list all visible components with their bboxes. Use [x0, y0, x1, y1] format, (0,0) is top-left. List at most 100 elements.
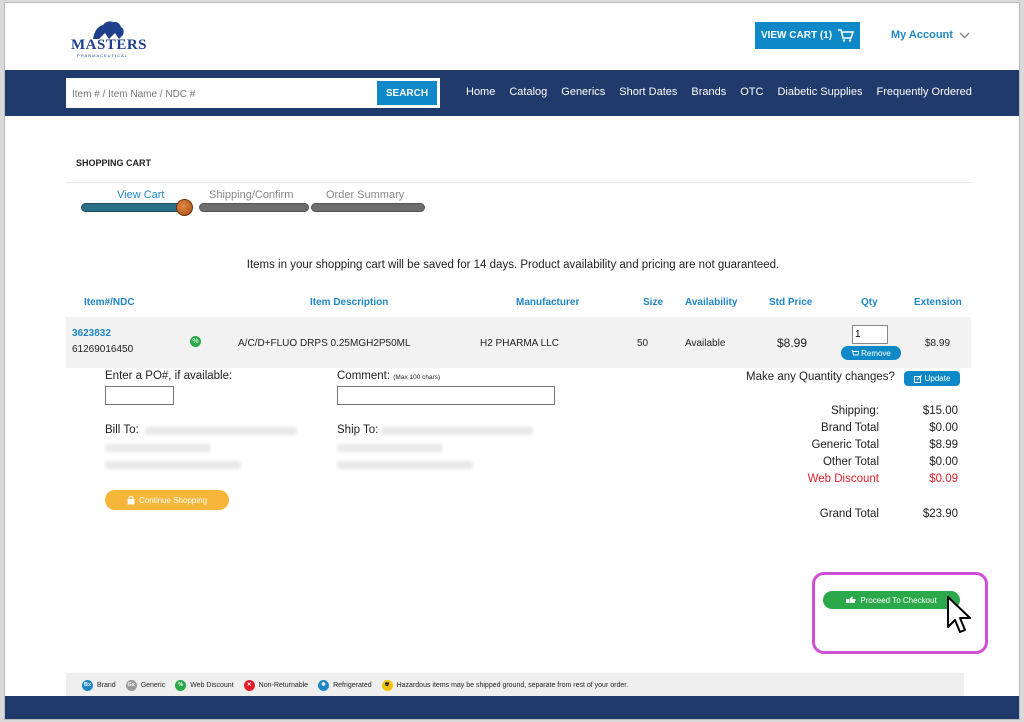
- search-input[interactable]: [72, 85, 372, 103]
- col-qty: Qty: [861, 297, 878, 308]
- comment-input[interactable]: [337, 386, 555, 405]
- progress-bar-step3: [311, 203, 425, 212]
- divider: [66, 182, 971, 183]
- nav-short-dates[interactable]: Short Dates: [619, 86, 677, 98]
- nav-home[interactable]: Home: [466, 86, 495, 98]
- qty-input[interactable]: [852, 325, 888, 344]
- generic-total-value: $8.99: [929, 439, 958, 451]
- progress-bar-step2: [199, 203, 309, 212]
- bill-to-label: Bill To:: [105, 424, 139, 436]
- item-ndc: 61269016450: [72, 344, 134, 355]
- ship-to-redacted-line: [381, 427, 533, 435]
- grand-total-label: Grand Total: [819, 508, 879, 520]
- legend-brand: Bx Brand: [82, 679, 116, 691]
- icon-legend: Bx Brand Gx Generic % Web Discount ✕ Non…: [66, 673, 964, 697]
- ship-to-label: Ship To:: [337, 424, 379, 436]
- shipping-label: Shipping:: [831, 405, 879, 417]
- mouse-cursor-icon: [947, 596, 971, 633]
- legend-generic-label: Generic: [140, 681, 166, 689]
- item-description: A/C/D+FLUO DRPS 0.25MGH2P50ML: [238, 338, 411, 349]
- nav-generics[interactable]: Generics: [561, 86, 605, 98]
- chevron-down-icon: [959, 31, 970, 39]
- col-std-price: Std Price: [769, 297, 813, 308]
- page-title: SHOPPING CART: [76, 158, 152, 168]
- update-button[interactable]: Update: [904, 371, 960, 386]
- view-cart-button[interactable]: VIEW CART (1): [755, 22, 860, 49]
- browser-frame: MASTERS PHARMACEUTICAL VIEW CART (1) My …: [4, 2, 1020, 720]
- continue-shopping-button[interactable]: Continue Shopping: [105, 490, 229, 510]
- my-account-menu[interactable]: My Account: [891, 29, 970, 41]
- cart-notice: Items in your shopping cart will be save…: [246, 259, 780, 271]
- logo-text: MASTERS: [71, 37, 148, 53]
- comment-label-text: Comment:: [337, 370, 391, 382]
- legend-hazardous: ☢ Hazardous items may be shipped ground,…: [381, 679, 629, 691]
- checkout-label: Proceed To Checkout: [860, 595, 937, 605]
- nav-otc[interactable]: OTC: [740, 86, 763, 98]
- legend-generic: Gx Generic: [125, 679, 166, 691]
- brand-icon: Bx: [82, 679, 93, 691]
- bill-to-redacted-line: [105, 461, 241, 469]
- shopping-bag-icon: [127, 495, 135, 504]
- legend-hazardous-label: Hazardous items may be shipped ground, s…: [396, 681, 629, 689]
- nav-diabetic-supplies[interactable]: Diabetic Supplies: [777, 86, 862, 98]
- other-total-value: $0.00: [929, 456, 958, 468]
- ship-to-redacted-line: [337, 444, 443, 452]
- item-manufacturer: H2 PHARMA LLC: [480, 338, 559, 349]
- hazard-icon: ☢: [381, 679, 393, 691]
- step-shipping-confirm: Shipping/Confirm: [209, 189, 294, 201]
- view-cart-label: VIEW CART (1): [760, 30, 833, 41]
- legend-refrigerated: ❄ Refrigerated: [318, 679, 372, 691]
- po-input[interactable]: [105, 386, 174, 405]
- legend-non-returnable: ✕ Non-Returnable: [243, 679, 309, 691]
- remove-button[interactable]: Remove: [841, 346, 901, 360]
- nav-links: Home Catalog Generics Short Dates Brands…: [466, 86, 972, 98]
- legend-non-returnable-label: Non-Returnable: [258, 681, 309, 689]
- proceed-to-checkout-button[interactable]: Proceed To Checkout: [823, 591, 960, 609]
- nav-catalog[interactable]: Catalog: [509, 86, 547, 98]
- legend-brand-label: Brand: [97, 681, 116, 689]
- col-item-ndc: Item#/NDC: [84, 297, 135, 308]
- hand-pointer-icon: [846, 596, 856, 603]
- main-navbar: SEARCH Home Catalog Generics Short Dates…: [5, 70, 1019, 116]
- web-discount-value: $0.09: [929, 473, 958, 485]
- search-box: SEARCH: [65, 77, 441, 109]
- legend-web-discount: % Web Discount: [175, 679, 234, 691]
- legend-web-discount-label: Web Discount: [190, 681, 234, 689]
- bill-to-redacted-line: [105, 444, 211, 452]
- col-size: Size: [643, 297, 664, 308]
- web-discount-icon: %: [190, 336, 201, 347]
- nav-frequently-ordered[interactable]: Frequently Ordered: [876, 86, 971, 98]
- item-std-price: $8.99: [777, 336, 808, 350]
- web-discount-label: Web Discount: [807, 473, 879, 485]
- legend-refrigerated-label: Refrigerated: [333, 681, 372, 689]
- shipping-value: $15.00: [922, 405, 958, 417]
- logo-subtext: PHARMACEUTICAL: [77, 53, 128, 58]
- page-footer: [5, 696, 1019, 719]
- nav-brands[interactable]: Brands: [691, 86, 726, 98]
- bill-to-redacted-line: [145, 427, 297, 435]
- generic-total-label: Generic Total: [811, 439, 879, 451]
- item-size: 50: [637, 338, 649, 349]
- comment-hint: (Max 100 chars): [393, 374, 441, 381]
- shopping-cart-icon: [838, 29, 855, 42]
- col-availability: Availability: [685, 297, 738, 308]
- item-number-link[interactable]: 3623832: [72, 328, 111, 339]
- item-extension: $8.99: [925, 338, 951, 349]
- my-account-label: My Account: [891, 29, 953, 41]
- search-button[interactable]: SEARCH: [377, 81, 437, 105]
- continue-shopping-label: Continue Shopping: [138, 495, 208, 505]
- progress-knob: [176, 199, 193, 216]
- brand-total-label: Brand Total: [821, 422, 879, 434]
- col-extension: Extension: [914, 297, 962, 308]
- col-manufacturer: Manufacturer: [516, 297, 580, 308]
- grand-total-value: $23.90: [922, 508, 958, 520]
- non-returnable-icon: ✕: [243, 679, 255, 691]
- qty-changes-label: Make any Quantity changes?: [746, 371, 895, 383]
- cart-remove-icon: [851, 349, 860, 355]
- step-view-cart: View Cart: [117, 189, 165, 201]
- po-label: Enter a PO#, if available:: [105, 370, 233, 382]
- edit-icon: [913, 374, 922, 383]
- col-description: Item Description: [310, 297, 389, 308]
- step-order-summary: Order Summary: [326, 189, 405, 201]
- masters-logo[interactable]: MASTERS PHARMACEUTICAL: [71, 19, 151, 59]
